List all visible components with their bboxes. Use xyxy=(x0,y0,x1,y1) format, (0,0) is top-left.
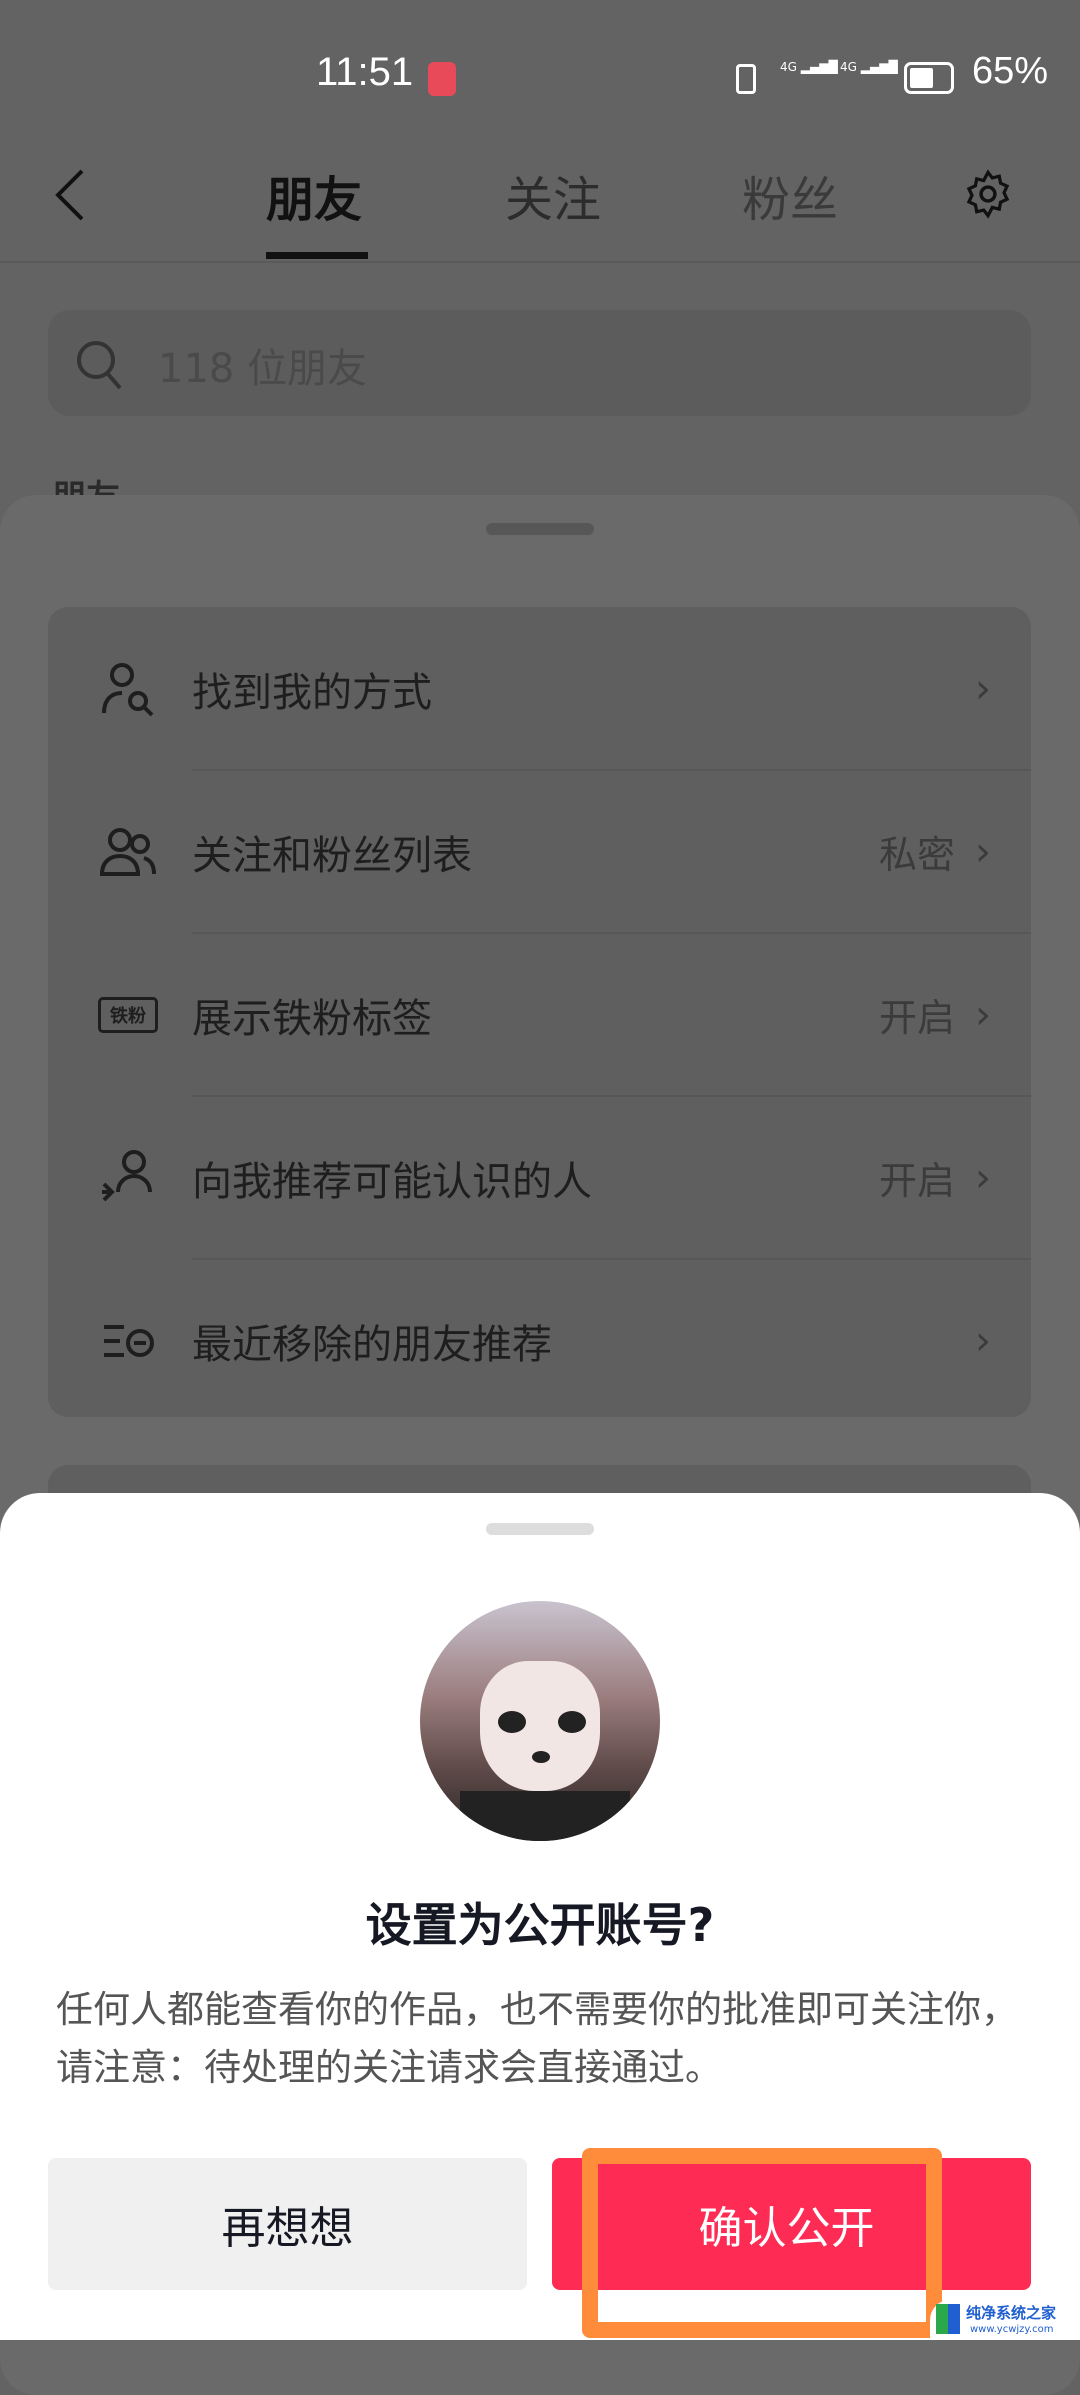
watermark-url: www.ycwjzy.com xyxy=(970,2324,1054,2335)
signal-icon: 4G ▂▄▆█ xyxy=(780,60,838,74)
gear-icon[interactable] xyxy=(962,168,1014,220)
search-icon xyxy=(77,341,122,390)
setting-label: 关注和粉丝列表 xyxy=(192,832,472,879)
dialog-description: 任何人都能查看你的作品，也不需要你的批准即可关注你，请注意：待处理的关注请求会直… xyxy=(56,1988,1018,2089)
highlight-box xyxy=(582,2148,942,2338)
settings-card: 找到我的方式 › 关注和粉丝列表 私密 › 铁粉 展示铁粉标签 开启 › 向我推… xyxy=(48,607,1031,1417)
back-arrow-icon[interactable] xyxy=(50,165,90,225)
setting-label: 展示铁粉标签 xyxy=(192,995,432,1042)
iron-fan-badge-icon: 铁粉 xyxy=(98,996,158,1033)
battery-icon xyxy=(904,62,954,94)
battery-percent: 65% xyxy=(972,50,1049,92)
setting-row-iron-fan[interactable]: 铁粉 展示铁粉标签 开启 › xyxy=(48,933,1031,1096)
setting-label: 最近移除的朋友推荐 xyxy=(192,1321,552,1368)
setting-row-find-me[interactable]: 找到我的方式 › xyxy=(48,607,1031,770)
setting-row-recommend[interactable]: 向我推荐可能认识的人 开启 › xyxy=(48,1096,1031,1259)
avatar xyxy=(420,1601,660,1841)
setting-label: 向我推荐可能认识的人 xyxy=(192,1158,592,1205)
setting-value: 开启 xyxy=(878,996,955,1040)
recommend-person-icon xyxy=(102,1149,152,1201)
dialog-title: 设置为公开账号? xyxy=(365,1898,715,1952)
drag-handle[interactable] xyxy=(486,523,594,535)
removed-list-icon xyxy=(104,1324,154,1357)
chevron-right-icon: › xyxy=(975,1317,991,1364)
person-search-icon xyxy=(102,662,154,716)
signal-icon: 4G ▂▄▆█ xyxy=(840,60,898,74)
tab-active-indicator xyxy=(266,252,368,259)
watermark-name: 纯净系统之家 xyxy=(966,2304,1057,2322)
chevron-right-icon: › xyxy=(975,665,991,712)
tab-followers[interactable]: 粉丝 xyxy=(742,160,838,230)
header-divider xyxy=(0,261,1080,263)
network-type: 4G xyxy=(780,60,797,74)
setting-label: 找到我的方式 xyxy=(192,669,432,716)
setting-value: 私密 xyxy=(878,833,955,877)
cancel-button[interactable]: 再想想 xyxy=(48,2158,527,2290)
search-input[interactable]: 118 位朋友 xyxy=(48,310,1031,416)
notification-book-icon xyxy=(428,62,456,96)
setting-row-follow-lists[interactable]: 关注和粉丝列表 私密 › xyxy=(48,770,1031,933)
tab-following[interactable]: 关注 xyxy=(505,160,601,230)
chevron-right-icon: › xyxy=(975,828,991,875)
vibrate-icon xyxy=(736,64,756,94)
watermark-logo: 纯净系统之家 www.ycwjzy.com xyxy=(930,2300,1080,2340)
people-icon xyxy=(99,827,156,876)
chevron-right-icon: › xyxy=(975,1154,991,1201)
network-type: 4G xyxy=(840,60,857,74)
tab-friends[interactable]: 朋友 xyxy=(266,160,362,230)
status-time: 11:51 xyxy=(316,50,414,94)
search-placeholder: 118 位朋友 xyxy=(158,346,368,392)
drag-handle[interactable] xyxy=(486,1523,594,1535)
setting-value: 开启 xyxy=(878,1159,955,1203)
setting-row-removed[interactable]: 最近移除的朋友推荐 › xyxy=(48,1259,1031,1422)
chevron-right-icon: › xyxy=(975,991,991,1038)
